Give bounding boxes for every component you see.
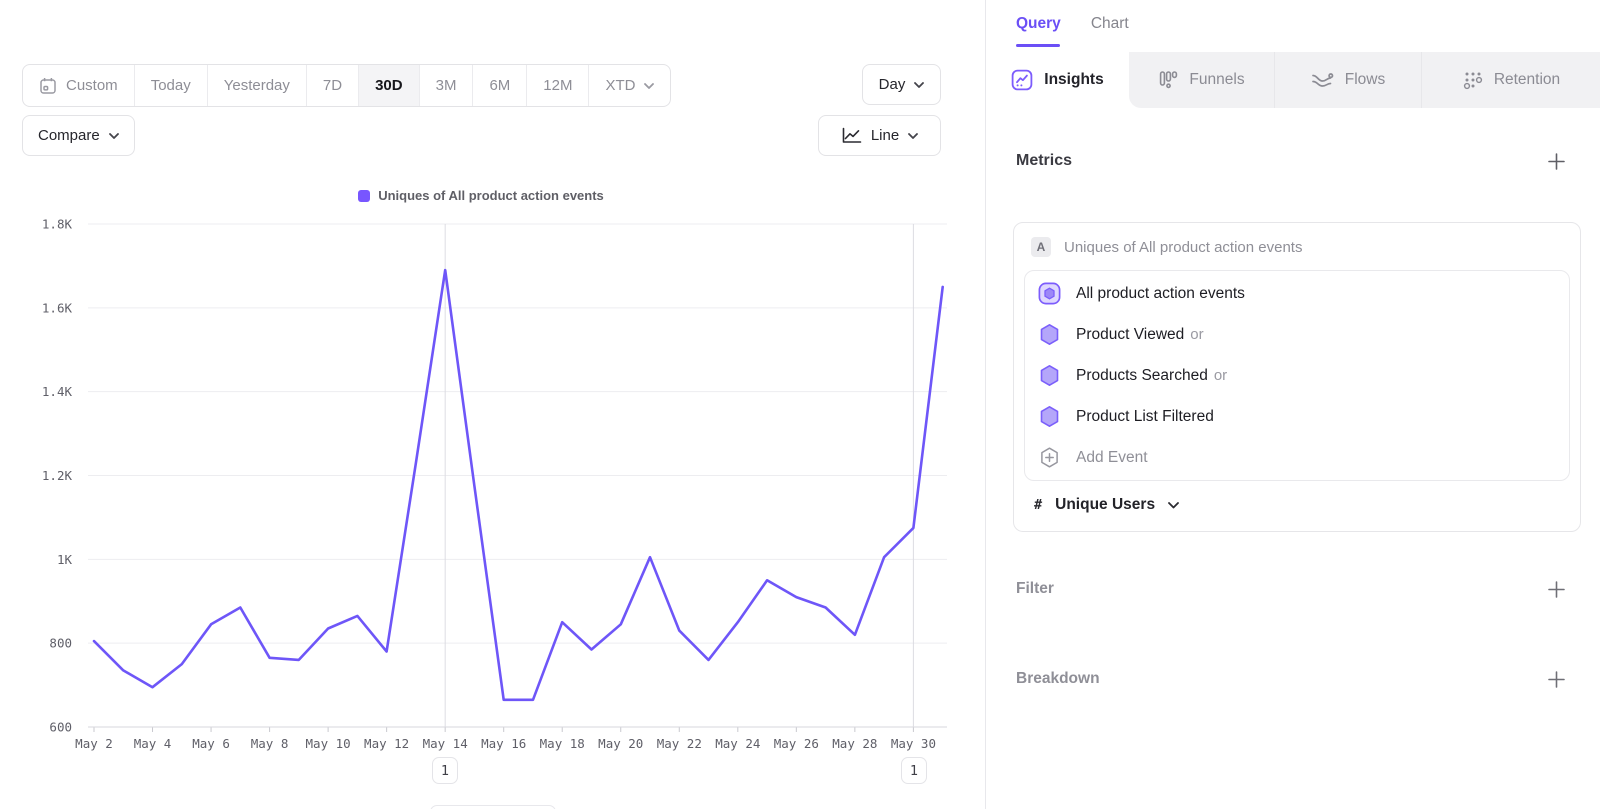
event-row[interactable]: All product action events bbox=[1025, 273, 1569, 314]
svg-text:800: 800 bbox=[49, 636, 72, 651]
chevron-down-icon bbox=[109, 133, 119, 139]
add-event-button[interactable]: Add Event bbox=[1025, 437, 1569, 478]
svg-text:May 24: May 24 bbox=[715, 736, 760, 751]
range-12m[interactable]: 12M bbox=[526, 65, 588, 106]
filter-section-header: Filter bbox=[1016, 578, 1566, 600]
aggregation-dropdown[interactable]: # Unique Users bbox=[1014, 481, 1580, 531]
svg-text:600: 600 bbox=[49, 720, 72, 735]
chevron-down-icon bbox=[1168, 502, 1179, 509]
svg-text:May 18: May 18 bbox=[540, 736, 585, 751]
svg-text:1K: 1K bbox=[57, 552, 73, 567]
calendar-icon bbox=[39, 77, 57, 95]
chevron-down-icon bbox=[644, 83, 654, 89]
svg-text:May 28: May 28 bbox=[832, 736, 877, 751]
metrics-section-header: Metrics bbox=[1016, 150, 1566, 172]
range-30d[interactable]: 30D bbox=[358, 65, 419, 106]
hash-icon: # bbox=[1034, 497, 1042, 513]
svg-text:May 8: May 8 bbox=[251, 736, 289, 751]
tab-funnels[interactable]: Funnels bbox=[1129, 52, 1274, 108]
legend-label: Uniques of All product action events bbox=[378, 188, 604, 203]
svg-text:May 12: May 12 bbox=[364, 736, 409, 751]
range-xtd[interactable]: XTD bbox=[588, 65, 670, 106]
event-row[interactable]: Products Searched or bbox=[1025, 355, 1569, 396]
chevron-down-icon bbox=[908, 133, 918, 139]
compare-dropdown[interactable]: Compare bbox=[22, 115, 135, 156]
range-7d[interactable]: 7D bbox=[306, 65, 358, 106]
date-range-selector: Custom Today Yesterday 7D 30D 3M 6M 12M … bbox=[22, 64, 671, 107]
svg-text:1.2K: 1.2K bbox=[42, 468, 73, 483]
metric-card-header[interactable]: A Uniques of All product action events bbox=[1014, 223, 1580, 270]
hexagon-plus-icon bbox=[1038, 446, 1061, 469]
tab-query[interactable]: Query bbox=[1016, 15, 1061, 33]
range-6m[interactable]: 6M bbox=[472, 65, 526, 106]
svg-text:1.4K: 1.4K bbox=[42, 384, 73, 399]
insights-icon bbox=[1011, 69, 1033, 91]
add-filter-button[interactable] bbox=[1547, 580, 1566, 599]
range-today[interactable]: Today bbox=[134, 65, 207, 106]
svg-text:May 22: May 22 bbox=[657, 736, 702, 751]
svg-text:May 10: May 10 bbox=[306, 736, 351, 751]
event-row[interactable]: Product List Filtered bbox=[1025, 396, 1569, 437]
hexagon-event-icon bbox=[1038, 405, 1061, 428]
line-chart-icon bbox=[841, 127, 862, 144]
add-metric-button[interactable] bbox=[1547, 152, 1566, 171]
svg-text:May 30: May 30 bbox=[891, 736, 936, 751]
filter-title: Filter bbox=[1016, 580, 1054, 598]
granularity-dropdown[interactable]: Day bbox=[862, 64, 941, 105]
svg-text:May 16: May 16 bbox=[481, 736, 526, 751]
metric-header-label: Uniques of All product action events bbox=[1064, 239, 1302, 256]
funnels-icon bbox=[1158, 70, 1178, 90]
breakdown-section-header: Breakdown bbox=[1016, 668, 1566, 690]
chart-type-dropdown[interactable]: Line bbox=[818, 115, 941, 156]
range-custom[interactable]: Custom bbox=[23, 65, 134, 106]
tab-chart[interactable]: Chart bbox=[1091, 15, 1129, 33]
add-breakdown-button[interactable] bbox=[1547, 670, 1566, 689]
metrics-title: Metrics bbox=[1016, 152, 1072, 170]
insights-report-page: 600 800 1K 1.2K 1.4K 1.6K 1.8K May 2 May 4 May 6 M… bbox=[0, 0, 1600, 809]
metric-letter-badge: A bbox=[1031, 237, 1051, 257]
tab-flows[interactable]: Flows bbox=[1274, 52, 1421, 108]
annotation-marker[interactable]: 1 bbox=[432, 757, 458, 784]
breakdown-title: Breakdown bbox=[1016, 670, 1100, 688]
panel-view-tabs: Query Chart bbox=[986, 0, 1600, 33]
tab-insights[interactable]: Insights bbox=[986, 52, 1129, 108]
svg-text:May 26: May 26 bbox=[774, 736, 819, 751]
chart-legend: Uniques of All product action events bbox=[0, 188, 962, 203]
range-label: Custom bbox=[66, 77, 118, 94]
flows-icon bbox=[1311, 71, 1334, 89]
svg-text:1.6K: 1.6K bbox=[42, 300, 73, 315]
annotation-marker[interactable]: 1 bbox=[901, 757, 927, 784]
chevron-down-icon bbox=[914, 82, 924, 88]
svg-text:May 20: May 20 bbox=[598, 736, 643, 751]
all-events-icon bbox=[1038, 282, 1061, 305]
report-type-tabs: Insights Funnels bbox=[986, 52, 1600, 108]
svg-text:May 14: May 14 bbox=[423, 736, 468, 751]
event-row[interactable]: Product Viewed or bbox=[1025, 314, 1569, 355]
query-panel: Query Chart Insights bbox=[985, 0, 1600, 809]
hexagon-event-icon bbox=[1038, 323, 1061, 346]
svg-text:May 2: May 2 bbox=[75, 736, 113, 751]
svg-text:May 6: May 6 bbox=[192, 736, 230, 751]
legend-swatch bbox=[358, 190, 370, 202]
active-tab-underline bbox=[1016, 44, 1060, 47]
svg-text:1.8K: 1.8K bbox=[42, 217, 73, 232]
tab-retention[interactable]: Retention bbox=[1421, 52, 1600, 108]
retention-icon bbox=[1463, 70, 1483, 90]
range-3m[interactable]: 3M bbox=[419, 65, 473, 106]
bottom-partial-element bbox=[430, 805, 556, 809]
metric-card: A Uniques of All product action events A… bbox=[1013, 222, 1581, 532]
range-yesterday[interactable]: Yesterday bbox=[207, 65, 306, 106]
hexagon-event-icon bbox=[1038, 364, 1061, 387]
svg-text:May 4: May 4 bbox=[134, 736, 172, 751]
events-list: All product action events Product Viewed… bbox=[1024, 270, 1570, 481]
